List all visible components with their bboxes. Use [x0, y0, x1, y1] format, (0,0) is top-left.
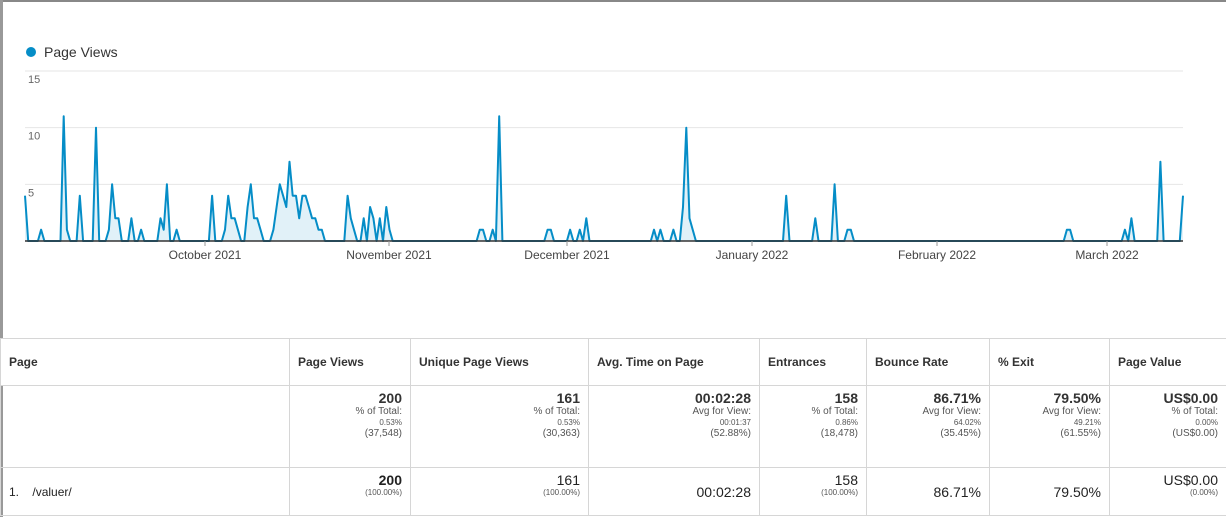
entrances-value: 158: [834, 472, 858, 488]
totals-percent: 0.53%: [379, 418, 402, 427]
y-tick-label: 15: [28, 74, 40, 86]
totals-value: 79.50%: [1053, 390, 1101, 406]
page-views-percent: (100.00%): [365, 488, 402, 497]
totals-cell: 00:02:28 Avg for View: 00:01:37 (52.88%): [588, 385, 760, 468]
totals-percent: 0.86%: [835, 418, 858, 427]
table-header-row: Page Page Views Unique Page Views Avg. T…: [0, 338, 1226, 386]
totals-label: Avg for View:: [1042, 406, 1101, 417]
x-tick-label: March 2022: [1075, 248, 1139, 262]
avg-time-cell: 00:02:28: [588, 467, 760, 516]
totals-cell: 79.50% Avg for View: 49.21% (61.55%): [989, 385, 1110, 468]
header-exit[interactable]: % Exit: [989, 338, 1110, 386]
totals-total: (30,363): [542, 428, 580, 439]
x-tick-label: November 2021: [346, 248, 432, 262]
report-table: Page Page Views Unique Page Views Avg. T…: [0, 338, 1226, 516]
header-unique-page-views[interactable]: Unique Page Views: [410, 338, 589, 386]
totals-percent: 0.00%: [1195, 418, 1218, 427]
y-tick-label: 10: [28, 131, 40, 143]
totals-cell: US$0.00 % of Total: 0.00% (US$0.00): [1109, 385, 1226, 468]
page-views-value: 200: [378, 472, 402, 488]
totals-value: 00:02:28: [694, 390, 751, 406]
entrances-cell: 158 (100.00%): [759, 467, 867, 516]
x-tick-label: February 2022: [898, 248, 976, 262]
page-cell: 1. /valuer/: [0, 467, 290, 516]
header-avg-time-on-page[interactable]: Avg. Time on Page: [588, 338, 760, 386]
header-page-value[interactable]: Page Value: [1109, 338, 1226, 386]
exit-cell: 79.50%: [989, 467, 1110, 516]
y-tick-label: 5: [28, 187, 34, 199]
totals-row: 200 % of Total: 0.53% (37,548) 161 % of …: [0, 385, 1226, 468]
totals-total: (35.45%): [940, 428, 981, 439]
header-entrances[interactable]: Entrances: [759, 338, 867, 386]
totals-label: % of Total:: [355, 406, 402, 417]
header-bounce-rate[interactable]: Bounce Rate: [866, 338, 990, 386]
totals-label: Avg for View:: [922, 406, 981, 417]
x-tick-label: October 2021: [169, 248, 242, 262]
page-value-value: US$0.00: [1163, 472, 1218, 488]
totals-label: % of Total:: [533, 406, 580, 417]
bounce-rate-cell: 86.71%: [866, 467, 990, 516]
totals-total: (61.55%): [1060, 428, 1101, 439]
page-views-line: [24, 115, 1184, 242]
header-page-views[interactable]: Page Views: [289, 338, 411, 386]
totals-page-cell: [0, 385, 290, 468]
page-link[interactable]: /valuer/: [32, 485, 71, 499]
header-page[interactable]: Page: [0, 338, 290, 386]
totals-value: 158: [834, 390, 858, 406]
exit-value: 79.50%: [1053, 483, 1101, 500]
row-number: 1.: [9, 484, 20, 499]
totals-total: (37,548): [364, 428, 402, 439]
totals-percent: 64.02%: [953, 418, 981, 427]
totals-cell: 86.71% Avg for View: 64.02% (35.45%): [866, 385, 990, 468]
totals-total: (US$0.00): [1172, 428, 1218, 439]
unique-page-views-cell: 161 (100.00%): [410, 467, 589, 516]
totals-cell: 200 % of Total: 0.53% (37,548): [289, 385, 411, 468]
totals-cell: 158 % of Total: 0.86% (18,478): [759, 385, 867, 468]
avg-time-value: 00:02:28: [696, 483, 752, 500]
chart-svg: 5 10 15 October 2021 November 2021 December 2…: [24, 70, 1184, 262]
page-views-area: [25, 116, 1183, 241]
totals-percent: 00:01:37: [719, 418, 751, 427]
page-value-cell: US$0.00 (0.00%): [1109, 467, 1226, 516]
x-tick-label: December 2021: [524, 248, 610, 262]
unique-page-views-percent: (100.00%): [543, 488, 580, 497]
unique-page-views-value: 161: [556, 472, 580, 488]
entrances-percent: (100.00%): [821, 488, 858, 497]
page-value-percent: (0.00%): [1189, 488, 1218, 497]
totals-percent: 0.53%: [557, 418, 580, 427]
totals-value: 161: [556, 390, 580, 406]
totals-value: US$0.00: [1163, 390, 1218, 406]
totals-total: (18,478): [820, 428, 858, 439]
totals-value: 200: [378, 390, 402, 406]
totals-value: 86.71%: [933, 390, 981, 406]
table-row: 1. /valuer/ 200 (100.00%) 161 (100.00%) …: [0, 467, 1226, 516]
page-views-cell: 200 (100.00%): [289, 467, 411, 516]
bounce-rate-value: 86.71%: [933, 483, 981, 500]
totals-label: % of Total:: [1171, 406, 1218, 417]
totals-label: Avg for View:: [692, 406, 751, 417]
page-views-chart: Page Views 5 10 15 October 2021 November 202…: [0, 0, 1226, 330]
totals-percent: 49.21%: [1073, 418, 1101, 427]
totals-cell: 161 % of Total: 0.53% (30,363): [410, 385, 589, 468]
x-tick-label: January 2022: [716, 248, 789, 262]
totals-total: (52.88%): [710, 428, 751, 439]
totals-label: % of Total:: [811, 406, 858, 417]
